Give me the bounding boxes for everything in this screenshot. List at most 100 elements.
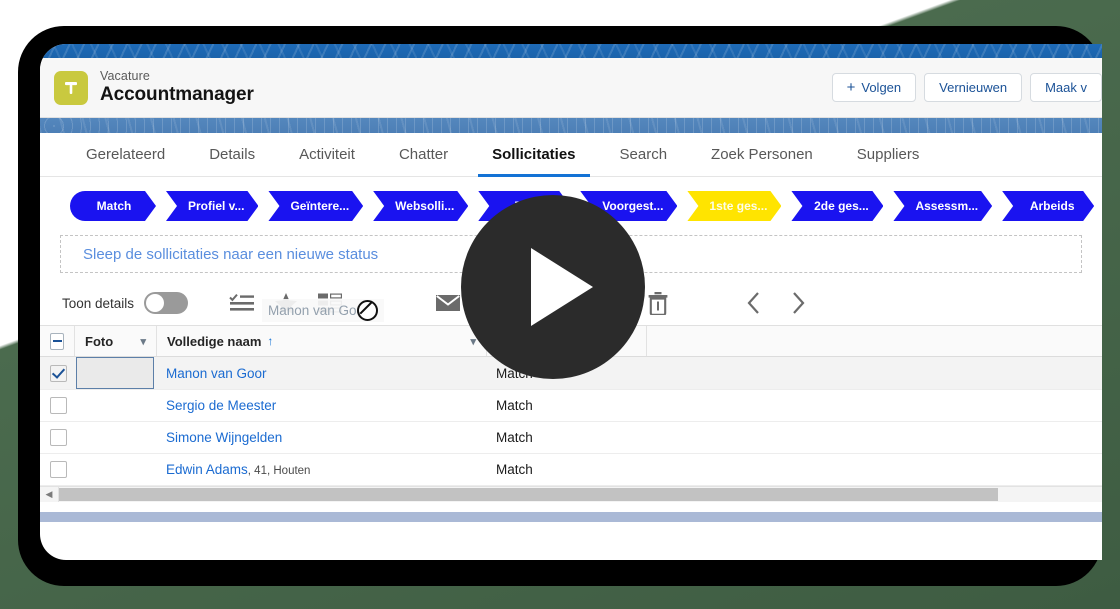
tab-label: Search bbox=[619, 146, 668, 163]
show-details-toggle[interactable] bbox=[144, 292, 189, 314]
refresh-button[interactable]: Vernieuwen bbox=[924, 73, 1023, 102]
row-select-cell[interactable] bbox=[40, 454, 74, 486]
scrollbar-track[interactable] bbox=[59, 487, 1102, 502]
column-header-spacer bbox=[646, 326, 1102, 357]
tab-zoek-personen[interactable]: Zoek Personen bbox=[689, 133, 835, 176]
table-row[interactable]: Simone Wijngelden Match bbox=[40, 422, 1102, 454]
row-spacer-cell bbox=[646, 390, 1102, 422]
no-drop-icon bbox=[356, 300, 378, 321]
path-step-geinteresseerd[interactable]: Geïntere... bbox=[268, 191, 363, 221]
path-step-arbeidsvoorwaarden[interactable]: Arbeids bbox=[1002, 191, 1094, 221]
path-step-websollicitatie[interactable]: Websolli... bbox=[373, 191, 468, 221]
row-name-cell[interactable]: Manon van Goor bbox=[156, 357, 486, 390]
row-foto-cell[interactable] bbox=[74, 422, 156, 454]
tab-bar: Gerelateerd Details Activiteit Chatter S… bbox=[40, 133, 1102, 177]
scrollbar-thumb[interactable] bbox=[59, 488, 998, 501]
row-foto-cell[interactable] bbox=[74, 454, 156, 486]
column-label-naam: Volledige naam bbox=[167, 333, 262, 349]
path-step-label: Profiel v... bbox=[188, 199, 245, 213]
row-spacer-cell bbox=[646, 357, 1102, 390]
tab-label: Gerelateerd bbox=[86, 146, 166, 163]
row-name-cell[interactable]: Simone Wijngelden bbox=[156, 422, 486, 454]
row-select-cell[interactable] bbox=[40, 390, 74, 422]
create-button-label: Maak v bbox=[1045, 80, 1087, 95]
record-header: Vacature Accountmanager + Volgen Vernieu… bbox=[40, 58, 1102, 118]
row-name-cell[interactable]: Sergio de Meester bbox=[156, 390, 486, 422]
tab-gerelateerd[interactable]: Gerelateerd bbox=[64, 133, 187, 176]
row-status-value: Match bbox=[496, 462, 533, 477]
create-button[interactable]: Maak v bbox=[1030, 73, 1102, 102]
column-header-naam[interactable]: Volledige naam ↑ ▾ bbox=[156, 326, 486, 357]
path-step-label: Arbeids bbox=[1029, 199, 1075, 213]
row-name-cell[interactable]: Edwin Adams, 41, Houten bbox=[156, 454, 486, 486]
path-step-label: 1ste ges... bbox=[709, 199, 768, 213]
follow-button-label: Volgen bbox=[861, 80, 902, 95]
row-name-link[interactable]: Manon van Goor bbox=[166, 366, 267, 381]
select-all-header[interactable] bbox=[40, 326, 74, 357]
tab-label: Activiteit bbox=[299, 146, 355, 163]
toggle-knob bbox=[146, 294, 165, 312]
row-name-link[interactable]: Edwin Adams bbox=[166, 462, 248, 477]
play-icon bbox=[531, 248, 593, 326]
path-step-label: Assessm... bbox=[915, 199, 979, 213]
row-foto-cell[interactable] bbox=[74, 390, 156, 422]
path-step-2de-gesprek[interactable]: 2de ges... bbox=[791, 191, 883, 221]
tab-details[interactable]: Details bbox=[187, 133, 277, 176]
path-step-1ste-gesprek[interactable]: 1ste ges... bbox=[687, 191, 781, 221]
row-name-link[interactable]: Simone Wijngelden bbox=[166, 430, 282, 445]
tab-sollicitaties[interactable]: Sollicitaties bbox=[470, 133, 597, 177]
vacancy-icon bbox=[54, 70, 88, 105]
row-status-value: Match bbox=[496, 398, 533, 413]
show-details-toggle-group[interactable]: Toon details bbox=[62, 292, 189, 314]
path-step-label: Websolli... bbox=[395, 199, 455, 213]
tab-label: Suppliers bbox=[856, 146, 920, 163]
checklist-icon[interactable] bbox=[220, 281, 264, 325]
row-checkbox[interactable] bbox=[50, 397, 67, 414]
column-header-foto[interactable]: Foto ▾ bbox=[74, 326, 156, 357]
path-step-match[interactable]: Match bbox=[70, 191, 156, 221]
horizontal-scrollbar[interactable]: ◀ bbox=[40, 486, 1102, 502]
row-foto-cell[interactable] bbox=[74, 357, 156, 390]
row-name-link[interactable]: Sergio de Meester bbox=[166, 398, 276, 413]
dropzone-label: Sleep de sollicitaties naar een nieuwe s… bbox=[83, 245, 379, 263]
row-status-cell: Match bbox=[486, 454, 646, 486]
row-select-cell[interactable] bbox=[40, 357, 74, 390]
foto-cell-focus bbox=[76, 357, 154, 389]
record-titles: Vacature Accountmanager bbox=[100, 69, 254, 106]
table-row[interactable]: Sergio de Meester Match bbox=[40, 390, 1102, 422]
tab-label: Details bbox=[209, 146, 256, 163]
chevron-down-icon[interactable]: ▾ bbox=[140, 335, 146, 348]
bottom-padding bbox=[40, 502, 1102, 512]
path-step-label: Match bbox=[96, 199, 132, 213]
path-step-label: 2de ges... bbox=[814, 199, 869, 213]
select-all-checkbox[interactable] bbox=[50, 332, 64, 350]
tab-suppliers[interactable]: Suppliers bbox=[835, 133, 942, 176]
tab-search[interactable]: Search bbox=[598, 133, 690, 176]
tab-activiteit[interactable]: Activiteit bbox=[277, 133, 377, 176]
path-step-assessment[interactable]: Assessm... bbox=[893, 191, 992, 221]
tab-label: Zoek Personen bbox=[711, 146, 813, 163]
chevron-right-icon[interactable] bbox=[776, 281, 820, 325]
row-checkbox[interactable] bbox=[50, 461, 67, 478]
row-status-cell: Match bbox=[486, 390, 646, 422]
tab-label: Sollicitaties bbox=[492, 146, 576, 163]
secondary-brand-band bbox=[40, 118, 1102, 133]
table-row[interactable]: Edwin Adams, 41, Houten Match bbox=[40, 454, 1102, 486]
show-details-label: Toon details bbox=[62, 295, 135, 311]
header-actions: + Volgen Vernieuwen Maak v bbox=[831, 73, 1102, 102]
column-label-foto: Foto bbox=[85, 333, 114, 349]
path-step-profiel[interactable]: Profiel v... bbox=[166, 191, 258, 221]
drag-ghost-label: Manon van Goor bbox=[268, 303, 369, 318]
refresh-button-label: Vernieuwen bbox=[939, 80, 1008, 95]
path-step-label: Geïntere... bbox=[290, 199, 350, 213]
tab-chatter[interactable]: Chatter bbox=[377, 133, 470, 176]
chevron-left-icon[interactable] bbox=[732, 281, 776, 325]
row-checkbox[interactable] bbox=[50, 364, 67, 382]
follow-button[interactable]: + Volgen bbox=[831, 73, 917, 102]
play-button[interactable] bbox=[461, 195, 645, 379]
row-select-cell[interactable] bbox=[40, 422, 74, 454]
sort-ascending-icon[interactable]: ↑ bbox=[267, 334, 273, 348]
row-checkbox[interactable] bbox=[50, 429, 67, 446]
scroll-left-arrow-icon[interactable]: ◀ bbox=[40, 487, 59, 502]
tab-label: Chatter bbox=[398, 146, 449, 163]
